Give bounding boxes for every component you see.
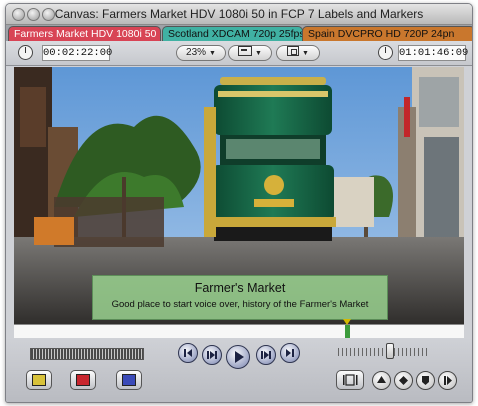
add-marker-button[interactable] — [416, 371, 435, 390]
zoom-popup[interactable]: 23% ▼ — [176, 45, 226, 61]
chevron-down-icon: ▼ — [209, 50, 216, 57]
tab-scotland[interactable]: Scotland XDCAM 720p 25fps — [162, 26, 303, 41]
go-to-next-edit-icon — [286, 349, 294, 357]
mark-clip-icon — [377, 376, 386, 383]
add-keyframe-button[interactable] — [394, 371, 413, 390]
overlay-mode-icon — [287, 46, 300, 56]
zoom-value: 23% — [186, 47, 207, 58]
replace-edit-button[interactable] — [116, 370, 142, 390]
current-timecode-field[interactable]: 01:01:46:09 — [398, 45, 468, 61]
insert-edit-button[interactable] — [26, 370, 52, 390]
go-to-previous-edit-icon — [184, 349, 192, 357]
window-title: Canvas: Farmers Market HDV 1080i 50 in F… — [54, 7, 424, 21]
mark-clip-button[interactable] — [372, 371, 391, 390]
replace-edit-icon — [122, 374, 136, 386]
mark-out-icon — [444, 376, 452, 385]
insert-edit-icon — [32, 374, 46, 386]
overlay-popup[interactable]: ▼ — [276, 45, 320, 61]
title-bar: Canvas: Farmers Market HDV 1080i 50 in F… — [6, 4, 472, 25]
marker-comment: Good place to start voice over, history … — [111, 299, 369, 310]
sequence-tabs: Farmers Market HDV 1080i 50 Scotland XDC… — [6, 25, 472, 41]
clock-icon — [378, 45, 393, 60]
transport-controls — [6, 338, 472, 402]
scrubber-bar[interactable] — [14, 319, 464, 339]
canvas-window: Canvas: Farmers Market HDV 1080i 50 in F… — [5, 3, 473, 403]
chevron-down-icon: ▼ — [302, 50, 309, 57]
duration-timecode-field[interactable]: 00:02:22:00 — [42, 45, 112, 61]
playhead[interactable] — [345, 325, 350, 338]
view-popup[interactable]: ▼ — [228, 45, 272, 61]
add-keyframe-icon — [399, 376, 408, 385]
play-around-icon — [261, 351, 271, 359]
marker-title: Farmer's Market — [194, 281, 286, 295]
marker-overlay: Farmer's Market Good place to start voic… — [92, 275, 388, 320]
go-to-previous-edit-button[interactable] — [178, 343, 198, 363]
play-icon — [235, 351, 244, 363]
canvas-toolbar: 00:02:22:00 23% ▼ ▼ ▼ 01:01:46:09 — [6, 41, 472, 66]
play-around-button[interactable] — [256, 345, 276, 365]
jog-knob[interactable] — [386, 343, 394, 359]
clock-icon — [18, 45, 33, 60]
overwrite-edit-button[interactable] — [70, 370, 96, 390]
mark-in-out-button[interactable] — [438, 371, 457, 390]
add-marker-icon — [422, 376, 429, 385]
play-button[interactable] — [226, 345, 250, 369]
match-frame-icon — [343, 374, 358, 386]
view-mode-icon — [238, 46, 253, 56]
tab-farmers-market[interactable]: Farmers Market HDV 1080i 50 — [8, 26, 161, 41]
chevron-down-icon: ▼ — [255, 50, 262, 57]
match-frame-button[interactable] — [336, 370, 364, 390]
shuttle-control[interactable] — [30, 348, 144, 360]
jog-control[interactable] — [338, 348, 430, 356]
play-in-to-out-button[interactable] — [202, 345, 222, 365]
tab-spain[interactable]: Spain DVCPRO HD 720P 24pn — [302, 26, 472, 41]
overwrite-edit-icon — [76, 374, 90, 386]
go-to-next-edit-button[interactable] — [280, 343, 300, 363]
play-in-to-out-icon — [207, 351, 217, 359]
video-frame[interactable]: Farmer's Market Good place to start voic… — [14, 67, 464, 325]
